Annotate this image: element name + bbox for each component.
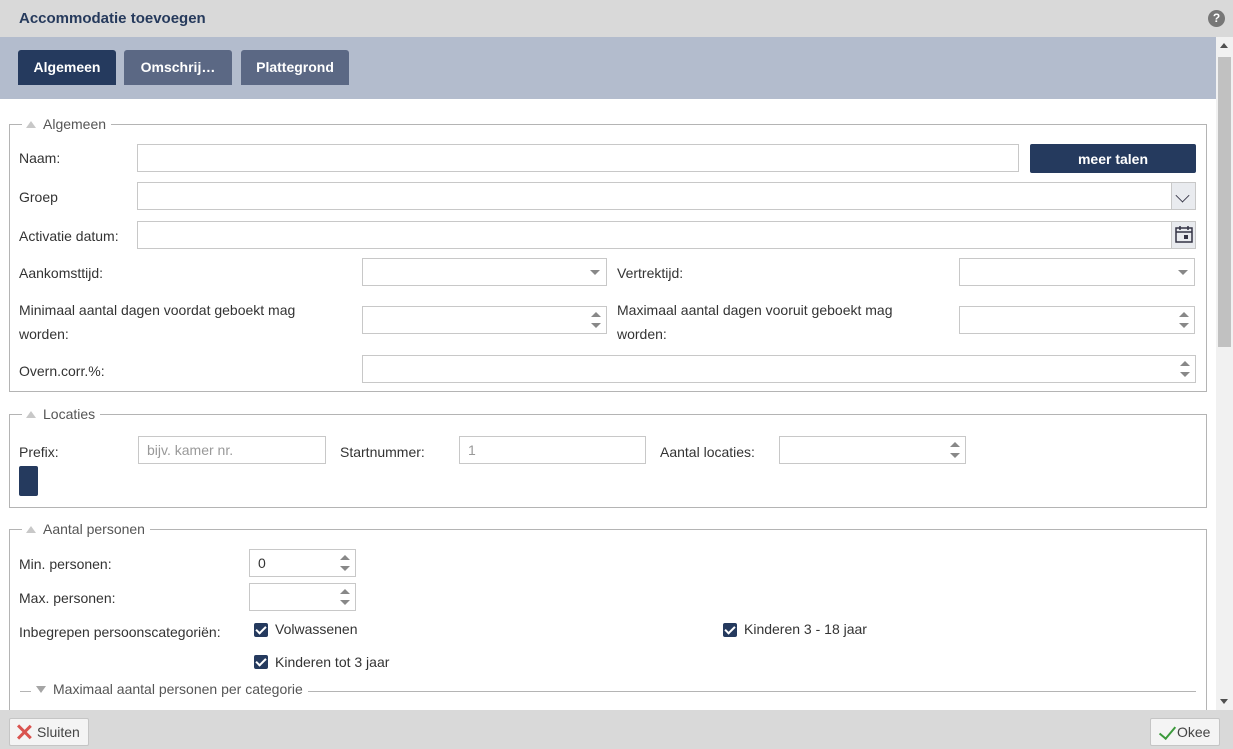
aankomsttijd-select[interactable] — [362, 258, 607, 286]
aankomsttijd-label: Aankomsttijd: — [19, 265, 104, 281]
collapse-triangle-icon — [26, 410, 36, 418]
kinderen-tot-3-label[interactable]: Kinderen tot 3 jaar — [275, 650, 389, 674]
min-dagen-label: Minimaal aantal dagen voordat geboekt ma… — [19, 298, 295, 346]
dropdown-arrow-icon — [1178, 270, 1188, 275]
expand-triangle-icon — [36, 685, 46, 693]
aantal-locaties-label: Aantal locaties: — [660, 444, 755, 460]
legend-text: Algemeen — [43, 116, 107, 132]
groep-label: Groep — [19, 189, 58, 205]
kinderen-tot-3-checkbox[interactable] — [254, 655, 268, 669]
max-dagen-label-line1: Maximaal aantal dagen vooruit geboekt ma… — [617, 302, 893, 318]
legend-text: Locaties — [43, 406, 96, 422]
sluiten-label: Sluiten — [37, 724, 80, 740]
prefix-label: Prefix: — [19, 444, 59, 460]
min-personen-stepper[interactable]: 0 — [249, 549, 356, 577]
tab-omschrijving[interactable]: Omschrij… — [124, 50, 232, 85]
startnummer-input[interactable] — [459, 436, 646, 464]
stepper-icon[interactable] — [949, 440, 961, 460]
min-dagen-label-line1: Minimaal aantal dagen voordat geboekt ma… — [19, 302, 296, 318]
kinderen-3-18-checkbox[interactable] — [723, 623, 737, 637]
max-dagen-stepper[interactable] — [959, 306, 1195, 334]
max-dagen-label-line2: worden: — [617, 326, 667, 342]
collapse-triangle-icon — [26, 525, 36, 533]
startnummer-label: Startnummer: — [340, 444, 425, 460]
help-icon[interactable]: ? — [1208, 10, 1225, 27]
legend-algemeen[interactable]: Algemeen — [22, 116, 112, 132]
naam-label: Naam: — [19, 150, 61, 166]
activatie-datum-input[interactable] — [137, 221, 1196, 249]
groep-dropdown-button[interactable] — [1171, 183, 1195, 209]
activatie-datum-label: Activatie datum: — [19, 228, 119, 244]
min-personen-value: 0 — [258, 555, 266, 571]
aantal-locaties-stepper[interactable] — [779, 436, 966, 464]
min-personen-label: Min. personen: — [19, 556, 112, 572]
dialog-footer: Sluiten Okee — [0, 710, 1233, 749]
legend-locaties[interactable]: Locaties — [22, 406, 101, 422]
groep-select[interactable] — [137, 182, 1196, 210]
stepper-icon[interactable] — [339, 553, 351, 573]
scroll-thumb[interactable] — [1218, 57, 1231, 347]
scroll-up-arrow-icon[interactable] — [1220, 43, 1228, 48]
sub-fieldset-line-left — [20, 691, 31, 692]
prefix-input[interactable] — [138, 436, 326, 464]
persoonscategorieen-label: Inbegrepen persoonscategoriën: — [19, 624, 221, 640]
collapse-triangle-icon — [26, 120, 36, 128]
tab-algemeen[interactable]: Algemeen — [18, 50, 116, 85]
kinderen-3-18-label[interactable]: Kinderen 3 - 18 jaar — [744, 617, 867, 641]
vertrektijd-select[interactable] — [959, 258, 1195, 286]
calendar-button[interactable] — [1171, 222, 1195, 248]
min-dagen-label-line2: worden: — [19, 326, 69, 342]
naam-input[interactable] — [137, 144, 1019, 172]
vertrektijd-label: Vertrektijd: — [617, 265, 684, 281]
max-personen-stepper[interactable] — [249, 583, 356, 611]
dialog-title: Accommodatie toevoegen — [19, 10, 206, 27]
legend-text: Maximaal aantal personen per categorie — [53, 681, 303, 697]
stepper-icon[interactable] — [1178, 310, 1190, 330]
legend-aantal-personen[interactable]: Aantal personen — [22, 521, 150, 537]
legend-text: Aantal personen — [43, 521, 145, 537]
vertical-scrollbar[interactable] — [1216, 37, 1233, 710]
chevron-down-icon — [1175, 188, 1190, 203]
max-personen-label: Max. personen: — [19, 590, 116, 606]
calendar-icon — [1175, 226, 1193, 243]
overn-corr-label: Overn.corr.%: — [19, 363, 105, 379]
max-dagen-label: Maximaal aantal dagen vooruit geboekt ma… — [617, 298, 893, 346]
tab-plattegrond[interactable]: Plattegrond — [241, 50, 349, 85]
locaties-add-button[interactable] — [19, 466, 38, 496]
sluiten-button[interactable]: Sluiten — [9, 718, 89, 746]
volwassenen-checkbox[interactable] — [254, 623, 268, 637]
okee-button[interactable]: Okee — [1150, 718, 1220, 746]
stepper-icon[interactable] — [1179, 359, 1191, 379]
sub-fieldset-line-right — [300, 691, 1196, 692]
scroll-down-arrow-icon[interactable] — [1220, 699, 1228, 704]
close-icon — [16, 724, 32, 740]
title-bar: Accommodatie toevoegen ? — [0, 0, 1233, 37]
overn-corr-stepper[interactable] — [362, 355, 1196, 383]
okee-label: Okee — [1177, 724, 1211, 740]
legend-max-per-categorie[interactable]: Maximaal aantal personen per categorie — [32, 681, 308, 697]
stepper-icon[interactable] — [339, 587, 351, 607]
volwassenen-label[interactable]: Volwassenen — [275, 617, 358, 641]
min-dagen-stepper[interactable] — [362, 306, 607, 334]
tab-bar: Algemeen Omschrij… Plattegrond — [0, 37, 1216, 99]
checkmark-icon — [1159, 724, 1175, 740]
meer-talen-button[interactable]: meer talen — [1030, 144, 1196, 173]
stepper-icon[interactable] — [590, 310, 602, 330]
dropdown-arrow-icon — [590, 270, 600, 275]
